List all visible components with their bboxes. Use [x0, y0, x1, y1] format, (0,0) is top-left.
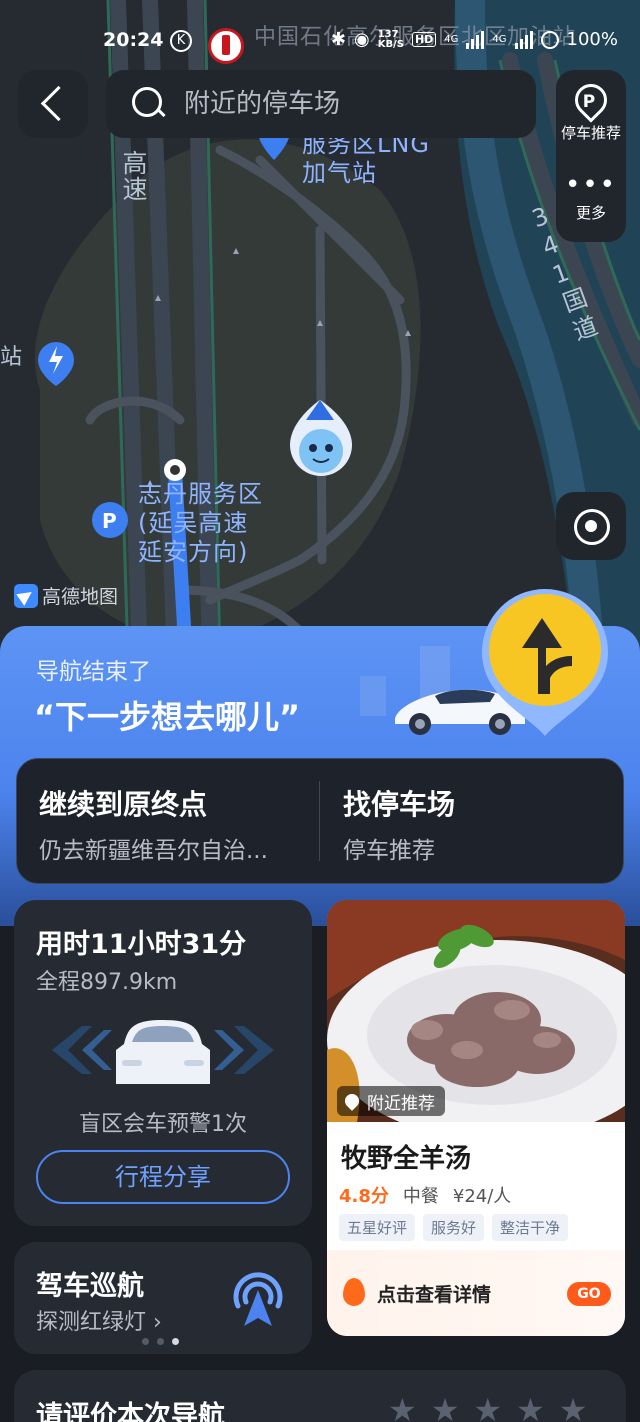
restaurant-tags: 五星好评 服务好 整洁干净 [339, 1214, 569, 1241]
app-screen: P 中国石化高尔服务区北区加油站 服务区LNG 加气站 高速 341国道 站 志… [0, 0, 640, 1422]
car-front-icon [52, 1020, 274, 1084]
trip-summary-card[interactable]: 用时11小时31分 全程897.9km 盲区会车预警1次 行程分享 [14, 900, 312, 1226]
more-label: 更多 [575, 204, 606, 222]
trip-duration: 用时11小时31分 [36, 929, 247, 960]
cruise-subtitle: 探测红绿灯 › [36, 1310, 162, 1335]
restaurant-tag: 服务好 [423, 1214, 485, 1241]
signal-icon-2 [514, 30, 533, 49]
restaurant-meta: 4.8分 中餐 ¥24/人 [339, 1182, 511, 1208]
star-icon-3[interactable]: ★ [473, 1394, 502, 1422]
continue-to-destination-button[interactable]: 继续到原终点 仍去新疆维吾尔自治... [17, 759, 317, 885]
restaurant-price: ¥24/人 [452, 1186, 512, 1207]
star-icon-1[interactable]: ★ [388, 1394, 417, 1422]
star-icon-5[interactable]: ★ [559, 1394, 588, 1422]
locate-me-button[interactable] [556, 492, 626, 560]
rate-navigation-card: 请评价本次导航 ★ ★ ★ ★ ★ [14, 1370, 626, 1422]
amap-logo-icon [14, 583, 38, 608]
signal-icon [466, 30, 485, 49]
turn-arrow-icon [482, 589, 608, 736]
location-pin-icon [342, 1091, 362, 1111]
star-icon-4[interactable]: ★ [516, 1394, 545, 1422]
network-type-2: 4G [492, 34, 507, 45]
find-parking-button[interactable]: 找停车场 停车推荐 [321, 759, 621, 885]
map-label-left-edge: 站 [0, 345, 24, 370]
more-dots-icon: ••• [564, 170, 617, 200]
action-divider [319, 781, 320, 861]
status-time: 20:24 [103, 29, 164, 51]
k-badge-icon: K [170, 30, 192, 52]
map-label-highway: 高速 [119, 150, 148, 202]
next-destination-question: “下一步想去哪儿” [34, 698, 301, 736]
star-icon-2[interactable]: ★ [431, 1394, 460, 1422]
bluetooth-icon: ✱ [330, 29, 346, 50]
view-details-bar[interactable]: 点击查看详情 GO [327, 1250, 625, 1336]
share-trip-button[interactable]: 行程分享 [36, 1150, 290, 1204]
restaurant-recommend-card[interactable]: 附近推荐 牧野全羊汤 4.8分 中餐 ¥24/人 五星好评 服务好 整洁干净 点… [327, 900, 625, 1336]
fire-icon [343, 1278, 365, 1306]
search-input[interactable] [184, 84, 514, 124]
continue-subtitle: 仍去新疆维吾尔自治... [39, 838, 268, 864]
blind-spot-warning: 盲区会车预警1次 [79, 1112, 247, 1137]
more-button[interactable]: ••• 更多 [556, 170, 626, 223]
nearby-badge-text: 附近推荐 [367, 1093, 435, 1114]
battery-ring-icon [540, 30, 559, 49]
restaurant-rating: 4.8分 [339, 1186, 389, 1207]
sinopec-logo-icon [208, 28, 244, 64]
parking-recommend-button[interactable]: P 停车推荐 [556, 77, 626, 143]
restaurant-tag: 五星好评 [339, 1214, 416, 1241]
continue-title: 继续到原终点 [39, 788, 208, 821]
network-type-1: 4G [444, 34, 459, 45]
rate-title: 请评价本次导航 [36, 1401, 225, 1422]
restaurant-tag: 整洁干净 [492, 1214, 569, 1241]
view-details-label: 点击查看详情 [377, 1284, 492, 1306]
location-icon: ◉ [353, 29, 370, 50]
find-parking-title: 找停车场 [343, 788, 456, 821]
trip-distance: 全程897.9km [36, 970, 178, 995]
parking-recommend-label: 停车推荐 [560, 124, 621, 142]
amap-logo: 高德地图 [14, 582, 118, 609]
amap-logo-text: 高德地图 [42, 586, 119, 608]
hd-badge: HD [411, 32, 437, 47]
restaurant-name: 牧野全羊汤 [341, 1144, 472, 1174]
svg-text:P: P [102, 509, 117, 533]
map-label-service-area[interactable]: 志丹服务区 (延吴高速 延安方向) [138, 480, 263, 567]
next-action-card: 继续到原终点 仍去新疆维吾尔自治... 找停车场 停车推荐 [16, 758, 624, 884]
map-label-lng-station[interactable]: 服务区LNG 加气站 [302, 130, 430, 188]
battery-level: 100% [566, 29, 618, 50]
cruise-broadcast-icon [233, 1272, 283, 1326]
restaurant-cuisine: 中餐 [402, 1186, 439, 1207]
rating-stars: ★ ★ ★ ★ ★ [388, 1394, 587, 1422]
find-parking-subtitle: 停车推荐 [343, 838, 435, 864]
status-bar: 20:24 K ✱ ◉ 137 KB/S HD 4G 4G 100% [0, 20, 640, 64]
nav-ended-text: 导航结束了 [36, 659, 151, 685]
card-pager-dots [142, 1338, 179, 1345]
nearby-badge: 附近推荐 [337, 1086, 445, 1116]
net-speed: 137 KB/S [377, 28, 404, 50]
go-button[interactable]: GO [567, 1282, 611, 1306]
cruise-title: 驾车巡航 [36, 1271, 144, 1302]
map-side-panel: P 停车推荐 ••• 更多 [556, 70, 626, 242]
back-button[interactable] [18, 70, 88, 138]
parking-pin-icon: P [568, 77, 614, 123]
search-icon [130, 85, 166, 121]
search-bar[interactable] [106, 70, 536, 138]
